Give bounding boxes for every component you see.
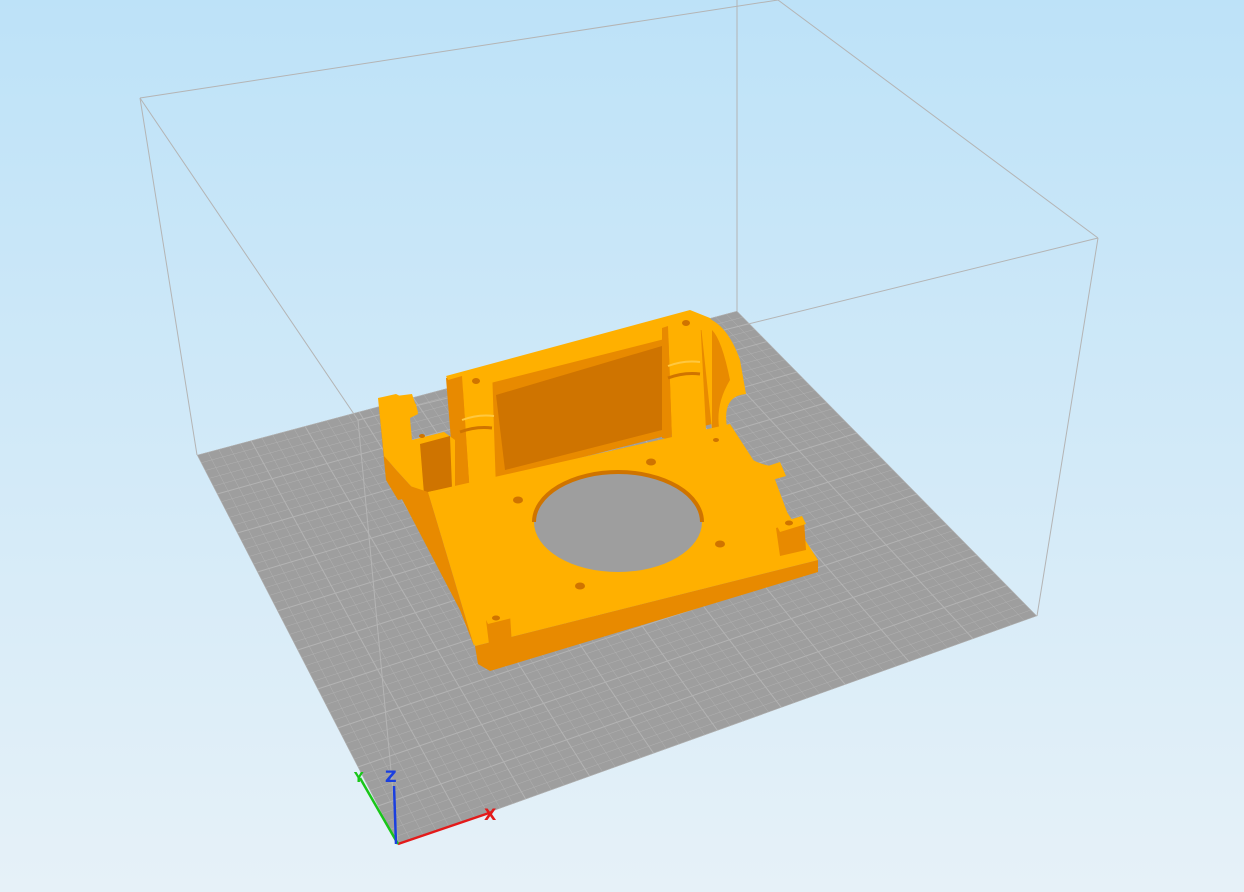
- y-axis-label: Y: [353, 771, 364, 786]
- 3d-viewport[interactable]: X Y Z: [0, 0, 1244, 892]
- z-axis-label: Z: [385, 767, 397, 786]
- x-axis-label: X: [484, 805, 497, 824]
